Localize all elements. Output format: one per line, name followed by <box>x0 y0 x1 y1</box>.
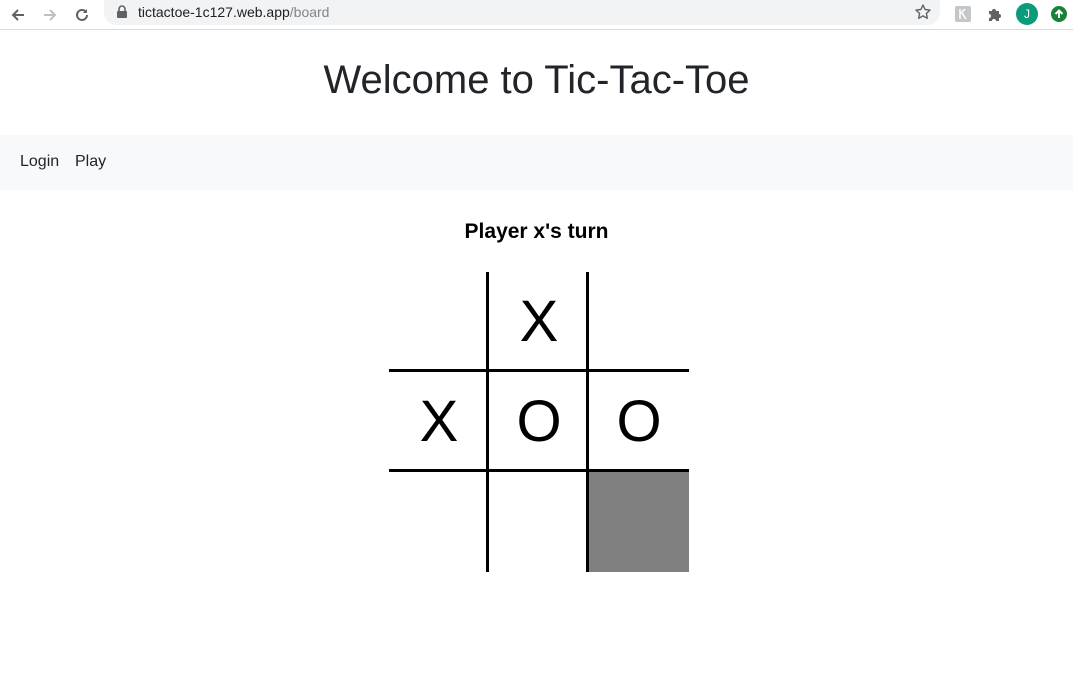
browser-toolbar: tictactoe-1c127.web.app/board J <box>0 0 1073 30</box>
url-text: tictactoe-1c127.web.app/board <box>138 4 329 21</box>
board-cell-0-1[interactable]: X <box>489 272 589 372</box>
grid-line-vertical-1 <box>486 272 489 572</box>
board-cell-2-1[interactable] <box>489 472 589 572</box>
back-arrow-icon[interactable] <box>6 3 30 27</box>
lock-icon <box>116 5 128 19</box>
board-cell-1-1[interactable]: O <box>489 372 589 472</box>
avatar: J <box>1016 3 1038 25</box>
board-cell-1-2[interactable]: O <box>589 372 689 472</box>
nav-link-play[interactable]: Play <box>75 152 106 172</box>
grid-line-horizontal-2 <box>389 469 689 472</box>
url-path: /board <box>289 4 330 20</box>
url-host: tictactoe-1c127.web.app <box>138 4 290 20</box>
forward-arrow-icon[interactable] <box>38 3 62 27</box>
grid-line-vertical-2 <box>586 272 589 572</box>
turn-status: Player x's turn <box>464 220 609 243</box>
address-bar[interactable]: tictactoe-1c127.web.app/board <box>104 0 940 25</box>
board-cell-1-0[interactable]: X <box>389 372 489 472</box>
puzzle-icon[interactable] <box>984 3 1006 25</box>
board-cell-2-0[interactable] <box>389 472 489 572</box>
grid-line-horizontal-1 <box>389 369 689 372</box>
extension-icon[interactable] <box>952 3 974 25</box>
board-cell-0-2[interactable] <box>589 272 689 372</box>
board-cell-2-2[interactable] <box>589 472 689 572</box>
board-cell-0-0[interactable] <box>389 272 489 372</box>
nav-link-login[interactable]: Login <box>20 152 59 172</box>
reload-icon[interactable] <box>70 3 94 27</box>
star-icon[interactable] <box>914 3 932 21</box>
page-title: Welcome to Tic-Tac-Toe <box>323 58 750 102</box>
profile-avatar[interactable]: J <box>1016 3 1038 25</box>
update-arrow-icon[interactable] <box>1048 3 1070 25</box>
navbar: Login Play <box>0 135 1073 190</box>
game-board: X X O O <box>389 272 689 572</box>
